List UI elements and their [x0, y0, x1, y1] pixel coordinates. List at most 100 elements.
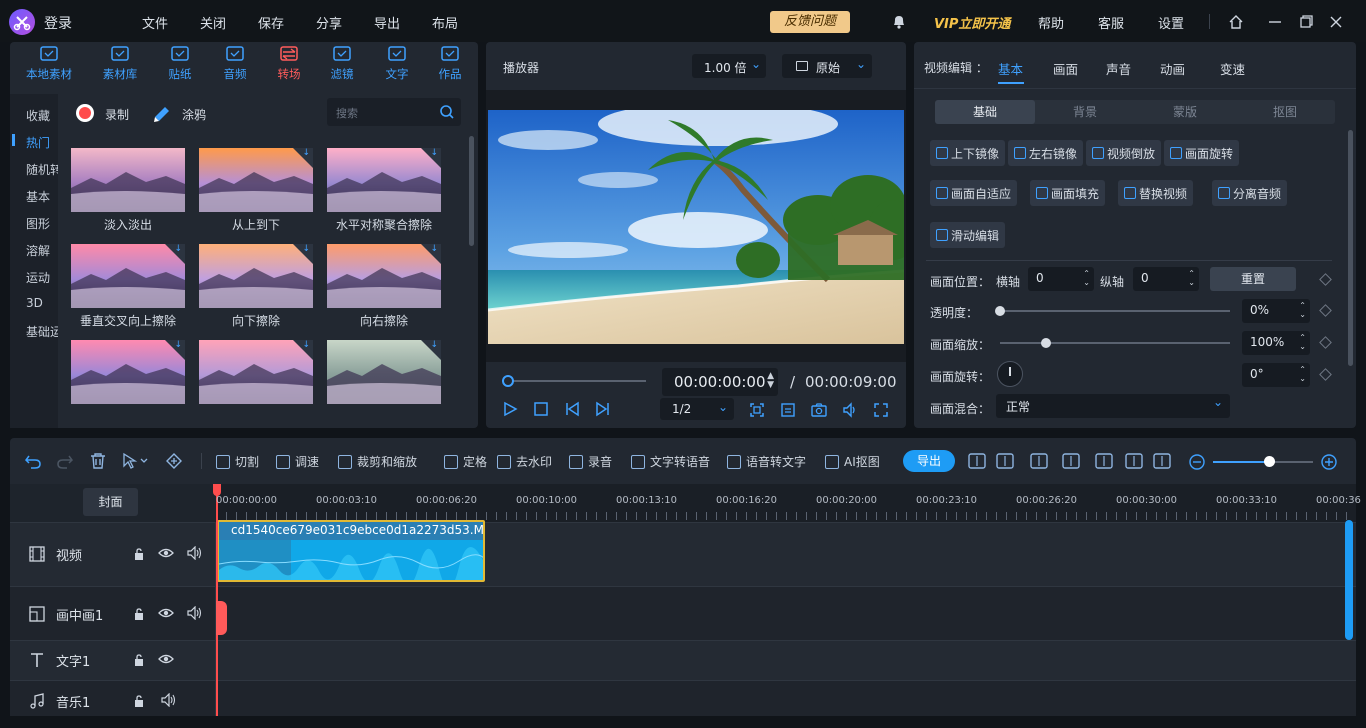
sidebar-item-7[interactable]: 3D — [26, 296, 58, 310]
tool-1[interactable]: 调速 — [276, 453, 319, 470]
tool-4[interactable]: 去水印 — [497, 453, 552, 470]
tool-7[interactable]: 语音转文字 — [727, 453, 806, 470]
layout-icon[interactable] — [1029, 452, 1049, 470]
sidebar-item-4[interactable]: 图形 — [26, 215, 58, 232]
transition-thumb[interactable] — [71, 148, 185, 212]
editor-subtab-1[interactable]: 背景 — [1035, 100, 1135, 124]
fullscreen-icon[interactable] — [873, 402, 889, 418]
sidebar-item-5[interactable]: 溶解 — [26, 242, 58, 259]
doodle-button[interactable]: 涂鸦 — [182, 106, 206, 123]
media-tab-3[interactable]: 音频 — [207, 44, 263, 82]
eye-icon[interactable] — [158, 652, 174, 666]
record-icon[interactable] — [76, 104, 94, 122]
progress-track[interactable] — [508, 380, 646, 382]
scale-slider[interactable] — [1000, 342, 1230, 344]
volume-icon[interactable] — [161, 693, 177, 707]
editor-tab-2[interactable]: 声音 — [1106, 59, 1131, 78]
rotate-input[interactable]: 0° ⌃ ⌄ — [1242, 363, 1310, 387]
keyframe-add-icon[interactable] — [165, 452, 183, 470]
lock-icon[interactable] — [133, 653, 145, 667]
transition-thumb[interactable]: ↓ — [199, 148, 313, 212]
media-tab-5[interactable]: 滤镜 — [314, 44, 370, 82]
transition-thumb[interactable]: ↓ — [71, 340, 185, 404]
stepper-icon[interactable]: ⌃ ⌄ — [1299, 301, 1306, 319]
editor-button-5[interactable]: 画面填充 — [1030, 180, 1106, 206]
shrink-icon[interactable] — [1094, 452, 1114, 470]
playhead-line[interactable] — [216, 484, 218, 716]
eye-icon[interactable] — [158, 606, 174, 620]
export-button[interactable]: 导出 — [903, 450, 955, 472]
delete-icon[interactable] — [89, 452, 107, 470]
editor-button-4[interactable]: 画面自适应 — [930, 180, 1018, 206]
sidebar-item-1[interactable]: 热门 — [26, 134, 58, 151]
opacity-knob[interactable] — [995, 306, 1005, 316]
video-preview[interactable] — [488, 110, 904, 344]
menu-layout[interactable]: 布局 — [432, 13, 458, 32]
media-scrollbar[interactable] — [469, 136, 474, 246]
tool-5[interactable]: 录音 — [569, 453, 612, 470]
transition-thumb[interactable]: ↓ — [327, 244, 441, 308]
menu-close[interactable]: 关闭 — [200, 13, 226, 32]
service-link[interactable]: 客服 — [1098, 13, 1124, 32]
lock-icon[interactable] — [133, 607, 145, 621]
split-icon[interactable] — [995, 452, 1015, 470]
record-button[interactable]: 录制 — [105, 106, 129, 123]
scale-knob[interactable] — [1041, 338, 1051, 348]
editor-button-7[interactable]: 分离音频 — [1212, 180, 1288, 206]
prev-frame-icon[interactable] — [564, 401, 580, 417]
quality-select[interactable]: 1/2 ⌄ — [660, 398, 734, 420]
cover-button[interactable]: 封面 — [83, 488, 138, 516]
current-time-field[interactable]: 00:00:00:00 ▲ ▼ — [662, 368, 778, 396]
mask-icon[interactable] — [1124, 452, 1144, 470]
volume-icon[interactable] — [842, 402, 858, 418]
volume-icon[interactable] — [187, 606, 203, 620]
minimize-icon[interactable] — [1267, 14, 1283, 30]
menu-share[interactable]: 分享 — [316, 13, 342, 32]
zoom-in-icon[interactable] — [1320, 453, 1338, 471]
editor-tab-1[interactable]: 画面 — [1053, 59, 1078, 78]
effects-icon[interactable] — [967, 452, 987, 470]
close-icon[interactable] — [1328, 14, 1344, 30]
opacity-slider[interactable] — [1000, 310, 1230, 312]
playhead-handle[interactable] — [216, 601, 227, 635]
time-stepper-icon[interactable]: ▲ ▼ — [767, 372, 774, 390]
mirror-icon[interactable] — [1061, 452, 1081, 470]
zoom-slider[interactable] — [1213, 461, 1313, 463]
next-frame-icon[interactable] — [595, 401, 611, 417]
blend-select[interactable]: 正常 ⌄ — [996, 394, 1230, 418]
vip-link[interactable]: VIP立即开通 — [934, 13, 1010, 32]
settings-link[interactable]: 设置 — [1158, 13, 1184, 32]
doodle-icon[interactable] — [152, 103, 172, 123]
feedback-button[interactable]: 反馈问题 — [770, 11, 850, 33]
video-clip[interactable]: cd1540ce679e031c9ebce0d1a2273d53.MP4 — [217, 520, 485, 582]
stepper-icon[interactable]: ⌃ ⌄ — [1299, 365, 1306, 383]
media-tab-7[interactable]: 作品 — [422, 44, 478, 82]
reset-button[interactable]: 重置 — [1210, 267, 1296, 291]
ratio-select[interactable]: 原始 ⌄ — [782, 54, 872, 78]
timeline-scrollbar[interactable] — [1345, 520, 1353, 640]
volume-icon[interactable] — [187, 546, 203, 560]
sidebar-item-3[interactable]: 基本 — [26, 188, 58, 205]
tool-6[interactable]: 文字转语音 — [631, 453, 710, 470]
menu-file[interactable]: 文件 — [142, 13, 168, 32]
undo-icon[interactable] — [24, 452, 42, 470]
fit-icon[interactable] — [1152, 452, 1172, 470]
editor-button-3[interactable]: 画面旋转 — [1164, 140, 1240, 166]
lock-icon[interactable] — [133, 547, 145, 561]
eye-icon[interactable] — [158, 546, 174, 560]
menu-export[interactable]: 导出 — [374, 13, 400, 32]
redo-icon[interactable] — [56, 452, 74, 470]
maximize-icon[interactable] — [1298, 14, 1314, 30]
sidebar-item-8[interactable]: 基础运 — [26, 323, 58, 340]
scale-input[interactable]: 100% ⌃ ⌄ — [1242, 331, 1310, 355]
tool-2[interactable]: 裁剪和缩放 — [338, 453, 417, 470]
sidebar-item-6[interactable]: 运动 — [26, 269, 58, 286]
stepper-icon[interactable]: ⌃ ⌄ — [1083, 269, 1090, 287]
subtitle-icon[interactable] — [780, 402, 796, 418]
login-link[interactable]: 登录 — [44, 13, 72, 33]
editor-scrollbar[interactable] — [1348, 130, 1353, 366]
search-icon[interactable] — [439, 104, 455, 120]
transition-thumb[interactable]: ↓ — [199, 340, 313, 404]
stepper-icon[interactable]: ⌃ ⌄ — [1188, 269, 1195, 287]
editor-button-8[interactable]: 滑动编辑 — [930, 222, 1006, 248]
